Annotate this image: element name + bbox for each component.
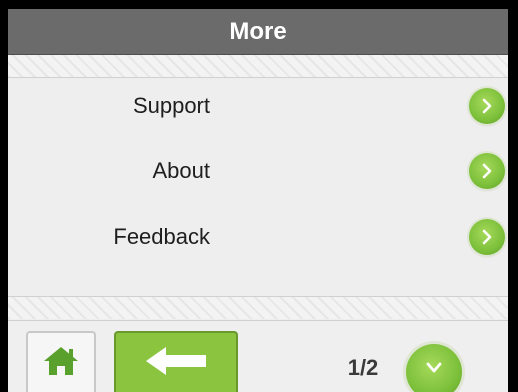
arrow-left-icon [144,345,208,382]
menu-item-label: Support [132,93,210,118]
footer-bar: 1/2 [8,320,508,392]
home-button[interactable] [26,331,96,392]
home-icon [43,346,79,381]
chevron-right-icon[interactable] [469,219,505,255]
menu-item-about[interactable]: About [8,146,508,196]
chevron-right-icon[interactable] [469,153,505,189]
menu-item-support[interactable]: Support [8,81,508,131]
menu-item-feedback[interactable]: Feedback [8,212,508,262]
page-indicator: 1/2 [347,355,379,380]
menu-list: Support About Feedback [8,79,508,295]
divider-stripe-bottom [8,296,508,319]
divider-stripe-top [8,55,508,78]
screen: More Support About Feedback 1/2 [8,9,508,392]
menu-item-label: Feedback [113,224,210,249]
back-button[interactable] [114,331,238,392]
page-down-button[interactable] [406,344,462,392]
chevron-down-icon [425,361,443,380]
header-bar: More [8,9,508,55]
menu-item-label: About [152,158,211,183]
page-title: More [229,17,287,45]
chevron-right-icon[interactable] [469,88,505,124]
